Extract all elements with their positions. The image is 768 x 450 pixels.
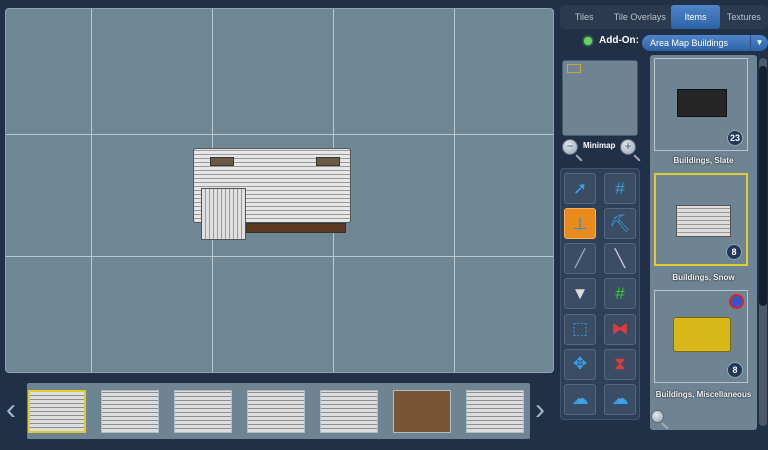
variant-thumbnail[interactable]	[28, 390, 86, 433]
paint-bucket-icon[interactable]: ▼	[564, 278, 596, 310]
tab-items[interactable]: Items	[671, 5, 720, 29]
map-canvas[interactable]	[5, 8, 554, 373]
item-label: Buildings, Miscellaneous	[655, 390, 752, 399]
next-arrow-icon[interactable]: ›	[535, 395, 545, 425]
chevron-down-icon: ▼	[750, 35, 768, 51]
variant-thumbnail[interactable]	[466, 390, 524, 433]
building-porch	[246, 223, 346, 233]
cloud-export-icon[interactable]: ☁	[604, 383, 636, 415]
tool-palette: ➚ # ⊥ ⛏ ╱ ╲ ▼ # ⬚ ⧓ ✥ ⧗ ☁ ☁	[560, 168, 640, 420]
blocked-icon	[729, 294, 744, 309]
select-pointer-icon[interactable]: ➚	[564, 173, 596, 204]
tab-textures[interactable]: Textures	[720, 5, 768, 29]
item-card-snow[interactable]: 8	[654, 173, 748, 266]
status-led-icon	[584, 36, 592, 45]
variant-strip	[27, 383, 530, 439]
tab-bar: Tiles Tile Overlays Items Textures	[560, 5, 768, 29]
item-label: Buildings, Slate	[673, 156, 734, 165]
addon-row: Add-On:	[584, 35, 639, 46]
flip-horizontal-icon[interactable]: ⧓	[604, 313, 636, 345]
addon-label: Add-On:	[599, 35, 639, 46]
grid-line	[91, 9, 92, 372]
minimap-viewport[interactable]	[567, 64, 581, 73]
search-icon[interactable]	[651, 410, 664, 423]
item-list: 23 Buildings, Slate 8 Buildings, Snow 8 …	[650, 55, 757, 430]
building-wing	[201, 188, 246, 240]
excavator-icon[interactable]: ⛏	[604, 208, 636, 240]
grid-line	[6, 134, 553, 135]
tab-tiles[interactable]: Tiles	[560, 5, 608, 29]
grid-overlay-icon[interactable]: #	[604, 278, 636, 310]
zoom-in-icon[interactable]: +	[620, 139, 636, 155]
minimap[interactable]	[562, 60, 638, 136]
previous-arrow-icon[interactable]: ‹	[6, 395, 16, 425]
magic-wand-icon[interactable]: ╲	[604, 243, 636, 275]
scrollbar-thumb[interactable]	[759, 66, 767, 306]
selection-rect-icon[interactable]: ⬚	[564, 313, 596, 345]
item-scrollbar[interactable]	[759, 58, 767, 426]
item-count-badge: 8	[727, 362, 743, 378]
grid-line	[454, 9, 455, 372]
roof-window	[210, 157, 234, 166]
tab-tile-overlays[interactable]: Tile Overlays	[608, 5, 671, 29]
variant-thumbnail[interactable]	[247, 390, 305, 433]
item-thumbnail	[677, 89, 727, 117]
variant-thumbnail[interactable]	[174, 390, 232, 433]
addon-select-value: Area Map Buildings	[650, 38, 729, 48]
variant-thumbnail[interactable]	[320, 390, 378, 433]
grid-line	[6, 256, 553, 257]
item-count-badge: 8	[726, 244, 742, 260]
addon-select[interactable]: Area Map Buildings ▼	[642, 35, 768, 51]
move-icon[interactable]: ✥	[564, 348, 596, 380]
item-card-miscellaneous[interactable]: 8	[654, 290, 748, 383]
minimap-label: Minimap	[583, 141, 616, 150]
grid-icon[interactable]: #	[604, 173, 636, 204]
item-thumbnail	[673, 317, 731, 352]
roof-window	[316, 157, 340, 166]
variant-thumbnail[interactable]	[393, 390, 451, 433]
zoom-out-icon[interactable]: −	[562, 139, 578, 155]
item-card-slate[interactable]: 23	[654, 58, 748, 151]
stamp-icon[interactable]: ⊥	[564, 208, 596, 240]
cloud-import-icon[interactable]: ☁	[564, 383, 596, 415]
item-label: Buildings, Snow	[672, 273, 735, 282]
placed-building-snow[interactable]	[193, 148, 351, 240]
flip-vertical-icon[interactable]: ⧗	[604, 348, 636, 380]
item-thumbnail	[676, 205, 731, 237]
variant-thumbnail[interactable]	[101, 390, 159, 433]
item-count-badge: 23	[727, 130, 743, 146]
brush-icon[interactable]: ╱	[564, 243, 596, 275]
